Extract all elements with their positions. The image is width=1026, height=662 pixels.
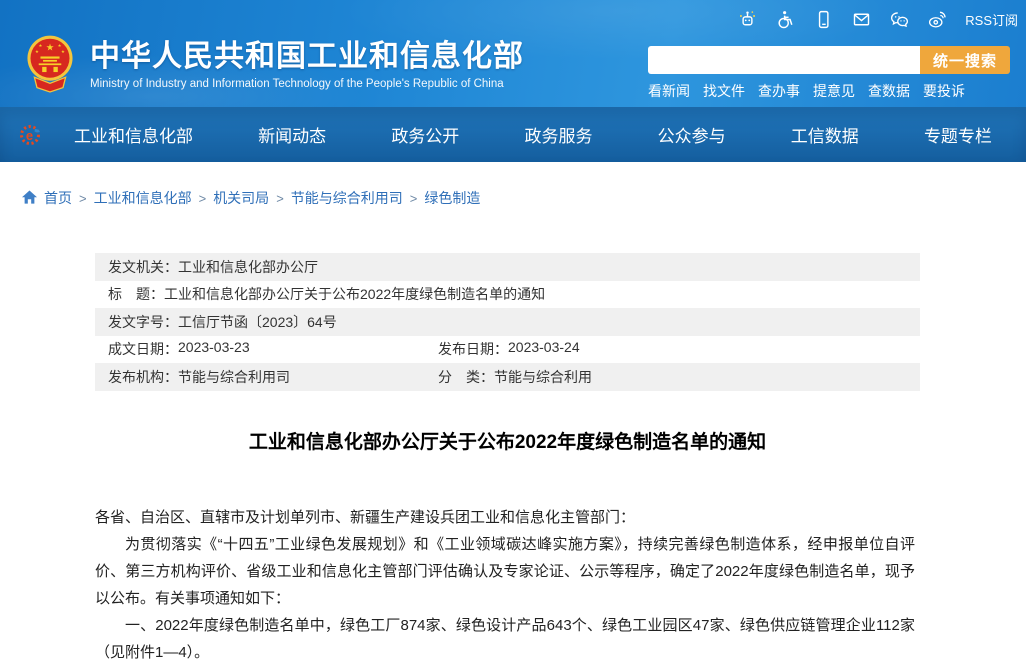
svg-text:★: ★ (58, 43, 62, 48)
article-body: 各省、自治区、直辖市及计划单列市、新疆生产建设兵团工业和信息化主管部门：为贯彻落… (95, 504, 915, 662)
svg-text:e: e (26, 128, 33, 143)
accessibility-icon[interactable] (775, 9, 796, 30)
breadcrumb: 首页 > 工业和信息化部 > 机关司局 > 节能与综合利用司 > 绿色制造 (0, 162, 1026, 208)
meta-label: 成文日期： (108, 339, 178, 359)
meta-row: 发文字号：工信厅节函〔2023〕64号 (95, 308, 920, 336)
nav-item[interactable]: 政务服务 (518, 122, 598, 147)
page: ★ ★ ★ ★ ★ 中华人民共和国工业和信息化部 Ministry of Ind… (0, 0, 1026, 662)
search-bar: 统一搜索 (648, 46, 1010, 74)
meta-row: 发布机构：节能与综合利用司分 类：节能与综合利用 (95, 363, 920, 391)
nav-item[interactable]: 工业和信息化部 (68, 122, 199, 147)
article-title: 工业和信息化部办公厅关于公布2022年度绿色制造名单的通知 (95, 427, 920, 454)
meta-cell: 成文日期：2023-03-23 (108, 339, 438, 359)
meta-label: 标 题： (108, 284, 164, 304)
quick-link[interactable]: 查数据 (868, 81, 910, 101)
mail-icon[interactable] (851, 9, 872, 30)
meta-label: 发文字号： (108, 312, 178, 332)
svg-text:★: ★ (35, 49, 39, 54)
meta-cell: 分 类：节能与综合利用 (438, 367, 592, 387)
meta-value: 工业和信息化部办公厅 (178, 257, 318, 277)
site-header: ★ ★ ★ ★ ★ 中华人民共和国工业和信息化部 Ministry of Ind… (0, 0, 1026, 107)
meta-cell: 发布机构：节能与综合利用司 (108, 367, 438, 387)
meta-value: 2023-03-24 (508, 339, 580, 359)
quick-link[interactable]: 提意见 (813, 81, 855, 101)
quick-link[interactable]: 看新闻 (648, 81, 690, 101)
wechat-icon[interactable] (889, 9, 910, 30)
meta-label: 分 类： (438, 367, 494, 387)
site-subtitle: Ministry of Industry and Information Tec… (90, 78, 524, 90)
svg-text:★: ★ (46, 42, 55, 53)
breadcrumb-link[interactable]: 工业和信息化部 (94, 188, 192, 208)
quick-links: 看新闻找文件查办事提意见查数据要投诉 (648, 81, 965, 101)
breadcrumb-link[interactable]: 绿色制造 (424, 188, 480, 208)
breadcrumb-separator: > (276, 191, 284, 206)
quick-link[interactable]: 要投诉 (923, 81, 965, 101)
breadcrumb-separator: > (199, 191, 207, 206)
weibo-icon[interactable] (927, 9, 948, 30)
nav-item[interactable]: 政务公开 (385, 122, 465, 147)
quick-link[interactable]: 查办事 (758, 81, 800, 101)
robot-icon[interactable] (737, 9, 758, 30)
top-icon-bar: RSS订阅 (737, 9, 1018, 30)
main-nav: 工业和信息化部 新闻动态 政务公开 政务服务 公众参与 工信数据 专题专栏 (68, 107, 998, 162)
article-paragraph: 一、2022年度绿色制造名单中，绿色工厂874家、绿色设计产品643个、绿色工业… (95, 612, 915, 662)
search-input[interactable] (648, 46, 920, 74)
home-icon[interactable] (22, 190, 37, 204)
national-emblem-icon: ★ ★ ★ ★ ★ (24, 33, 76, 99)
nav-item[interactable]: 工信数据 (785, 122, 865, 147)
meta-cell: 标 题：工业和信息化部办公厅关于公布2022年度绿色制造名单的通知 (108, 284, 545, 304)
breadcrumb-link[interactable]: 节能与综合利用司 (291, 188, 403, 208)
article-paragraph: 为贯彻落实《“十四五”工业绿色发展规划》和《工业领域碳达峰实施方案》，持续完善绿… (95, 531, 915, 612)
search-button[interactable]: 统一搜索 (920, 46, 1010, 74)
svg-text:★: ★ (61, 49, 65, 54)
meta-cell: 发文机关：工业和信息化部办公厅 (108, 257, 318, 277)
breadcrumb-separator: > (79, 191, 87, 206)
meta-cell: 发文字号：工信厅节函〔2023〕64号 (108, 312, 337, 332)
meta-label: 发文机关： (108, 257, 178, 277)
meta-row: 标 题：工业和信息化部办公厅关于公布2022年度绿色制造名单的通知 (95, 281, 920, 309)
nav-item[interactable]: 公众参与 (652, 122, 732, 147)
nav-item[interactable]: 新闻动态 (252, 122, 332, 147)
site-titles: 中华人民共和国工业和信息化部 Ministry of Industry and … (90, 40, 524, 90)
meta-value: 工信厅节函〔2023〕64号 (178, 312, 337, 332)
meta-value: 节能与综合利用司 (178, 367, 290, 387)
article-content: 发文机关：工业和信息化部办公厅标 题：工业和信息化部办公厅关于公布2022年度绿… (95, 253, 920, 662)
meta-value: 工业和信息化部办公厅关于公布2022年度绿色制造名单的通知 (164, 284, 545, 304)
mobile-icon[interactable] (813, 9, 834, 30)
rss-subscribe-link[interactable]: RSS订阅 (965, 10, 1018, 29)
meta-cell: 发布日期：2023-03-24 (438, 339, 580, 359)
breadcrumb-link[interactable]: 机关司局 (213, 188, 269, 208)
article-paragraph: 各省、自治区、直辖市及计划单列市、新疆生产建设兵团工业和信息化主管部门： (95, 504, 915, 531)
meta-label: 发布机构： (108, 367, 178, 387)
nav-item[interactable]: 专题专栏 (918, 122, 998, 147)
meta-row: 发文机关：工业和信息化部办公厅 (95, 253, 920, 281)
breadcrumb-items: 首页 > 工业和信息化部 > 机关司局 > 节能与综合利用司 > 绿色制造 (44, 188, 480, 208)
meta-value: 2023-03-23 (178, 339, 250, 359)
quick-link[interactable]: 找文件 (703, 81, 745, 101)
meta-label: 发布日期： (438, 339, 508, 359)
meta-table: 发文机关：工业和信息化部办公厅标 题：工业和信息化部办公厅关于公布2022年度绿… (95, 253, 920, 391)
miit-e-logo-icon: e (17, 121, 44, 148)
meta-row: 成文日期：2023-03-23发布日期：2023-03-24 (95, 336, 920, 364)
main-nav-wrap: e 工业和信息化部 新闻动态 政务公开 政务服务 公众参与 工信数据 专题专栏 (0, 107, 1026, 162)
breadcrumb-separator: > (410, 191, 418, 206)
breadcrumb-link[interactable]: 首页 (44, 188, 72, 208)
meta-value: 节能与综合利用 (494, 367, 592, 387)
svg-text:★: ★ (39, 43, 43, 48)
site-title: 中华人民共和国工业和信息化部 (90, 40, 524, 73)
